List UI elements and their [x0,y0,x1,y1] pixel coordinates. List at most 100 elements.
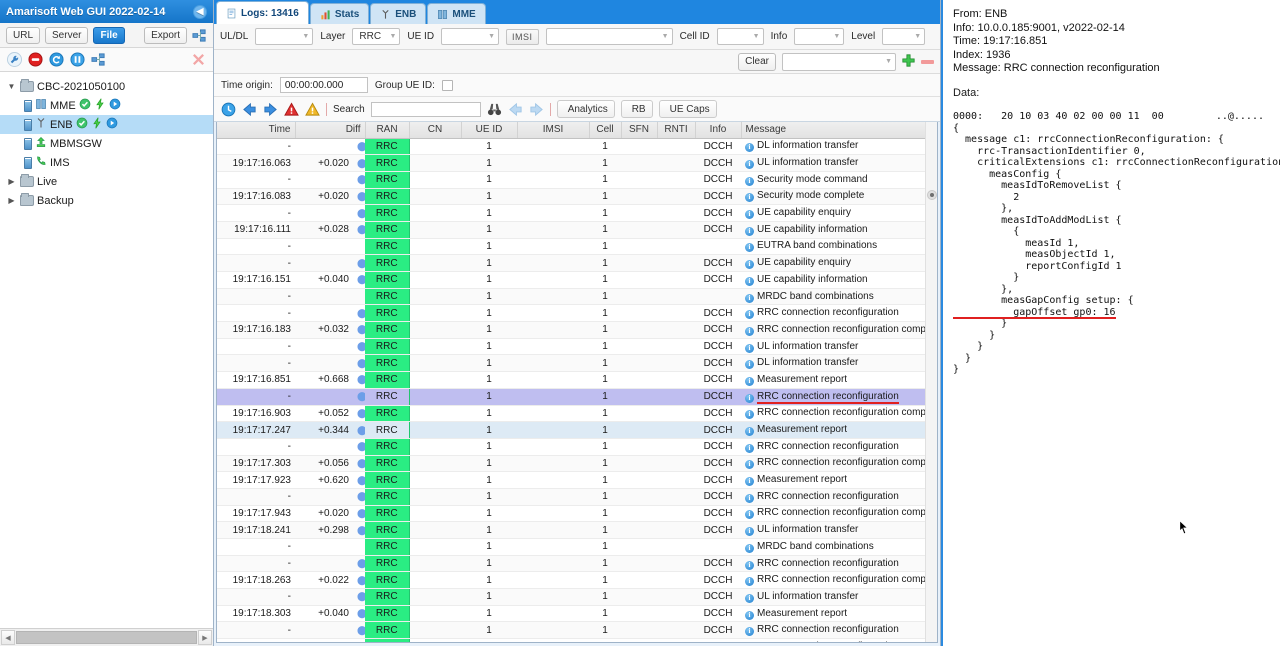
tab-stats[interactable]: Stats [309,3,370,24]
chevron-right-icon[interactable]: ▶ [6,195,17,206]
table-row[interactable]: - ⬤RRC 1 1 DCCHiRRC connection reconfigurati… [217,304,937,323]
col-ueid[interactable]: UE ID [461,122,518,139]
table-row[interactable]: - ⬤RRC 1 1 DCCHiDL information transfer [217,138,937,156]
tree-item-ims[interactable]: IMS [0,153,213,172]
table-row[interactable]: 19:17:17.943+0.020 ⬤RRC 1 1 DCCHiRRC connect… [217,505,937,523]
imsi-select[interactable]: ▼ [545,28,673,45]
col-cn[interactable]: CN [409,122,462,139]
table-row[interactable]: - ⬤RRC 1 1 DCCHiUE capability enquiry [217,204,937,222]
add-node-icon[interactable] [91,52,106,67]
col-info[interactable]: Info [695,122,742,139]
time-origin-input[interactable]: 00:00:00.000 [279,77,368,93]
table-row[interactable]: 19:17:16.851+0.668 ⬤RRC 1 1 DCCHiMeasurement… [217,371,937,389]
table-row[interactable]: - RRC 1 1 i MRDC band combinations [217,538,937,556]
table-row[interactable]: 19:17:18.303+0.040 ⬤RRC 1 1 DCCHiMeasurement… [217,605,937,623]
col-message[interactable]: Message [741,122,937,139]
prev-arrow-icon[interactable] [508,102,523,117]
col-ran[interactable]: RAN [365,122,410,139]
refresh-icon[interactable] [49,52,64,67]
plus-node-icon[interactable] [192,28,207,43]
table-row[interactable]: - ⬤RRC 1 1 DCCHiUE capability enquiry [217,254,937,272]
tab-mme[interactable]: MME [427,3,486,24]
imsi-button[interactable]: IMSI [506,28,539,45]
table-row[interactable]: - RRC 1 1 i EUTRA band combinations [217,238,937,256]
table-row[interactable]: 19:17:16.111+0.028 ⬤RRC 1 1 DCCHiUE capabili… [217,221,937,239]
rb-button[interactable]: RB [620,100,653,118]
tree-item-backup[interactable]: ▶ Backup [0,191,213,210]
close-icon[interactable] [191,52,206,67]
tree-item-mbmsgw[interactable]: MBMSGW [0,134,213,153]
table-row[interactable]: 19:17:17.923+0.620 ⬤RRC 1 1 DCCHiMeasurement… [217,471,937,489]
search-input[interactable] [370,101,481,117]
uldl-select[interactable]: ▼ [255,28,314,45]
table-row[interactable]: - ⬤RRC 1 1 DCCHiRRC connection reconfigurati… [217,488,937,506]
table-row[interactable]: 19:17:16.063+0.020 ⬤RRC 1 1 DCCHiUL informat… [217,154,937,172]
tree-item-enb[interactable]: ENB [0,115,213,134]
binoculars-icon[interactable] [487,102,502,117]
chevron-down-icon[interactable]: ▼ [6,81,17,92]
clear-button[interactable]: Clear [738,52,776,71]
warning-icon[interactable] [305,101,320,117]
error-icon[interactable] [284,101,299,117]
tree-item-cbc[interactable]: ▼ CBC-2021050100 [0,77,213,96]
table-row[interactable]: - ⬤RRC 1 1 DCCHiUL information transfer [217,588,937,606]
bolt-icon[interactable] [94,98,106,113]
col-rnti[interactable]: RNTI [657,122,696,139]
group-ueid-checkbox[interactable] [441,79,453,91]
tree-horizontal-scrollbar[interactable]: ◀ ▶ [0,628,213,646]
preset-select[interactable]: ▼ [782,52,896,71]
check-icon[interactable] [79,98,91,113]
table-row[interactable]: 19:17:16.151+0.040 ⬤RRC 1 1 DCCHiUE capabili… [217,271,937,289]
scroll-left-icon[interactable]: ◀ [1,630,15,645]
file-button[interactable]: File [93,26,125,44]
server-button[interactable]: Server [45,26,89,44]
url-button[interactable]: URL [6,26,41,44]
table-row[interactable]: 19:17:18.263+0.022 ⬤RRC 1 1 DCCHiRRC connect… [217,571,937,590]
tree-item-mme[interactable]: MME [0,96,213,115]
table-row[interactable]: 19:17:17.247+0.344 ⬤RRC 1 1 DCCHiMeasurement… [217,421,937,439]
info-select[interactable]: ▼ [794,28,845,45]
col-imsi[interactable]: IMSI [517,122,590,139]
check-icon[interactable] [76,117,88,132]
back-arrow-icon[interactable] [242,102,257,117]
tab-enb[interactable]: ENB [370,3,427,24]
ue-caps-button[interactable]: UE Caps [658,100,717,118]
col-cell[interactable]: Cell [589,122,622,139]
ueid-select[interactable]: ▼ [441,28,500,45]
forward-arrow-icon[interactable] [263,102,278,117]
chevron-left-icon[interactable]: ◀ [193,4,207,19]
table-row[interactable]: - RRC 1 1 i MRDC band combinations [217,288,937,306]
scrollbar-thumb[interactable] [927,190,937,200]
stop-icon[interactable] [28,52,43,67]
col-sfn[interactable]: SFN [621,122,658,139]
layer-select[interactable]: RRC ▼ [352,28,401,45]
minus-icon[interactable] [921,59,934,64]
analytics-button[interactable]: Analytics [556,100,615,118]
col-diff[interactable]: Diff [295,122,366,139]
play-icon[interactable] [106,117,118,132]
table-row[interactable]: 19:17:18.241+0.298 ⬤RRC 1 1 DCCHiUL informat… [217,521,937,539]
info-icon[interactable] [70,52,85,67]
table-row[interactable]: - ⬤RRC 1 1 DCCHiRRC connection reconfigurati… [217,621,937,640]
plus-icon[interactable] [902,53,915,70]
table-row[interactable]: - ⬤RRC 1 1 DCCHiRRC connection reconfigurati… [217,438,937,456]
scroll-right-icon[interactable]: ▶ [198,630,212,645]
bolt-icon[interactable] [91,117,103,132]
scrollbar-thumb[interactable] [16,631,197,644]
table-row[interactable]: - ⬤RRC 1 1 DCCHiUL information transfer [217,338,937,356]
table-row[interactable]: - ⬤RRC 1 1 DCCHiDL information transfer [217,354,937,373]
chevron-right-icon[interactable]: ▶ [6,176,17,187]
table-row[interactable]: - ⬤RRC 1 1 DCCHiRRC connection reconfigurati… [217,555,937,573]
table-row[interactable]: 19:17:16.083+0.020 ⬤RRC 1 1 DCCHiSecurity mo… [217,188,937,206]
logs-vertical-scrollbar[interactable] [925,122,937,642]
clock-icon[interactable] [221,102,236,117]
play-icon[interactable] [109,98,121,113]
tab-logs[interactable]: Logs: 13416 [216,1,309,24]
table-row[interactable]: - ⬤RRC 1 1 DCCHiRRC connection reconfigurati… [217,388,937,406]
table-row[interactable]: 19:17:16.903+0.052 ⬤RRC 1 1 DCCHiRRC connect… [217,405,937,423]
export-button[interactable]: Export [144,26,187,44]
tree-item-live[interactable]: ▶ Live [0,172,213,191]
col-time[interactable]: Time [217,122,296,139]
table-row[interactable]: - ⬤RRC 1 1 DCCHiSecurity mode command [217,171,937,189]
table-row[interactable]: 19:17:17.303+0.056 ⬤RRC 1 1 DCCHiRRC connect… [217,455,937,473]
